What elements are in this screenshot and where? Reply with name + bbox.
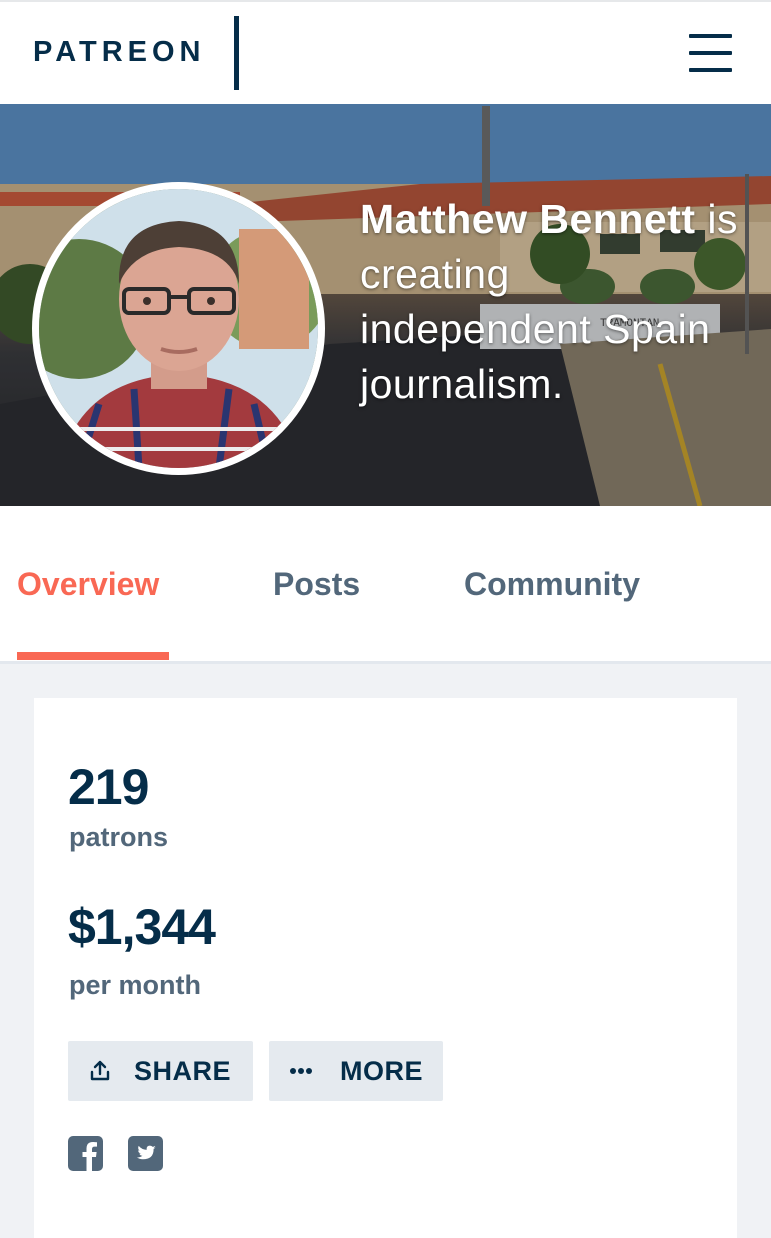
creator-headline: Matthew Bennett is creating independent … xyxy=(360,192,750,412)
tab-community[interactable]: Community xyxy=(464,566,640,603)
twitter-icon[interactable] xyxy=(128,1136,163,1171)
creator-cover-banner: TRAMONTAN Matthew Bennett is creating in… xyxy=(0,104,771,506)
facebook-icon[interactable] xyxy=(68,1136,103,1171)
tab-overview[interactable]: Overview xyxy=(17,566,159,603)
ellipsis-icon xyxy=(290,1068,312,1074)
more-button-label: MORE xyxy=(340,1055,423,1086)
patrons-count: 219 xyxy=(68,759,149,815)
earnings-label: per month xyxy=(69,970,201,1000)
active-tab-indicator xyxy=(17,652,169,660)
top-bar: PATREON xyxy=(0,0,771,104)
logo-divider xyxy=(234,16,239,90)
tab-posts[interactable]: Posts xyxy=(273,566,360,603)
patrons-label: patrons xyxy=(69,822,169,852)
profile-tabs: Overview Posts Community xyxy=(0,506,771,664)
hamburger-menu-icon[interactable] xyxy=(684,32,736,76)
share-upload-icon xyxy=(90,1060,110,1081)
patreon-logo[interactable]: PATREON xyxy=(33,36,205,69)
creator-stats-card: 219 patrons $1,344 per month SHARE MORE xyxy=(34,698,737,1238)
monthly-earnings: $1,344 xyxy=(68,899,216,955)
share-button-label: SHARE xyxy=(134,1055,232,1086)
avatar-photo-image xyxy=(39,189,318,468)
more-button[interactable]: MORE xyxy=(269,1041,443,1101)
creator-avatar xyxy=(32,182,325,475)
creator-name[interactable]: Matthew Bennett xyxy=(360,196,696,242)
share-button[interactable]: SHARE xyxy=(68,1041,253,1101)
